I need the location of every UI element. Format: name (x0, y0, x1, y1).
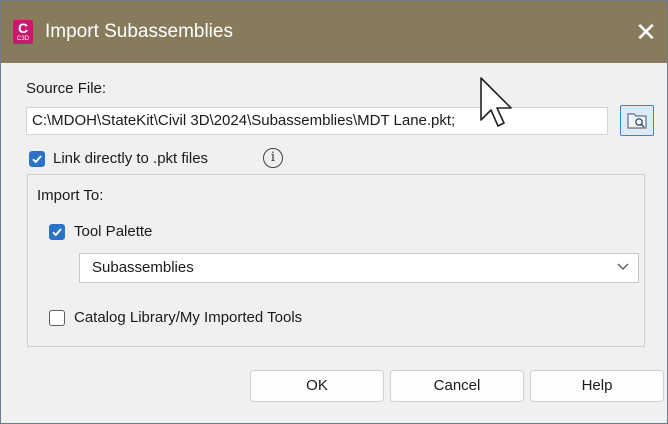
window-title: Import Subassemblies (45, 21, 233, 42)
chevron-down-icon (617, 263, 629, 270)
import-subassemblies-dialog: C C3D Import Subassemblies ✕ Source File… (0, 0, 668, 424)
tool-palette-checkbox[interactable] (49, 224, 65, 240)
app-icon-letter: C (17, 20, 29, 36)
checkmark-icon (52, 228, 62, 237)
import-to-label: Import To: (37, 187, 104, 204)
ok-button[interactable]: OK (250, 370, 384, 402)
palette-select[interactable]: Subassemblies (79, 253, 639, 283)
info-icon[interactable]: i (263, 148, 283, 168)
link-directly-checkbox[interactable] (29, 151, 45, 167)
catalog-library-checkbox[interactable] (49, 310, 65, 326)
civil3d-app-icon: C C3D (13, 20, 33, 44)
catalog-library-label: Catalog Library/My Imported Tools (74, 309, 303, 326)
close-icon[interactable]: ✕ (631, 17, 661, 47)
cancel-button[interactable]: Cancel (390, 370, 524, 402)
browse-button[interactable] (620, 105, 654, 136)
source-file-input[interactable]: C:\MDOH\StateKit\Civil 3D\2024\Subassemb… (26, 107, 608, 135)
tool-palette-label: Tool Palette (74, 223, 153, 240)
title-bar[interactable]: C C3D Import Subassemblies ✕ (1, 1, 667, 63)
source-file-label: Source File: (26, 80, 107, 97)
link-directly-label: Link directly to .pkt files (53, 150, 209, 167)
help-button[interactable]: Help (530, 370, 664, 402)
app-icon-version: C3D (16, 36, 29, 42)
mouse-pointer-icon (480, 77, 512, 127)
folder-search-icon (627, 113, 647, 129)
checkmark-icon (32, 155, 42, 164)
